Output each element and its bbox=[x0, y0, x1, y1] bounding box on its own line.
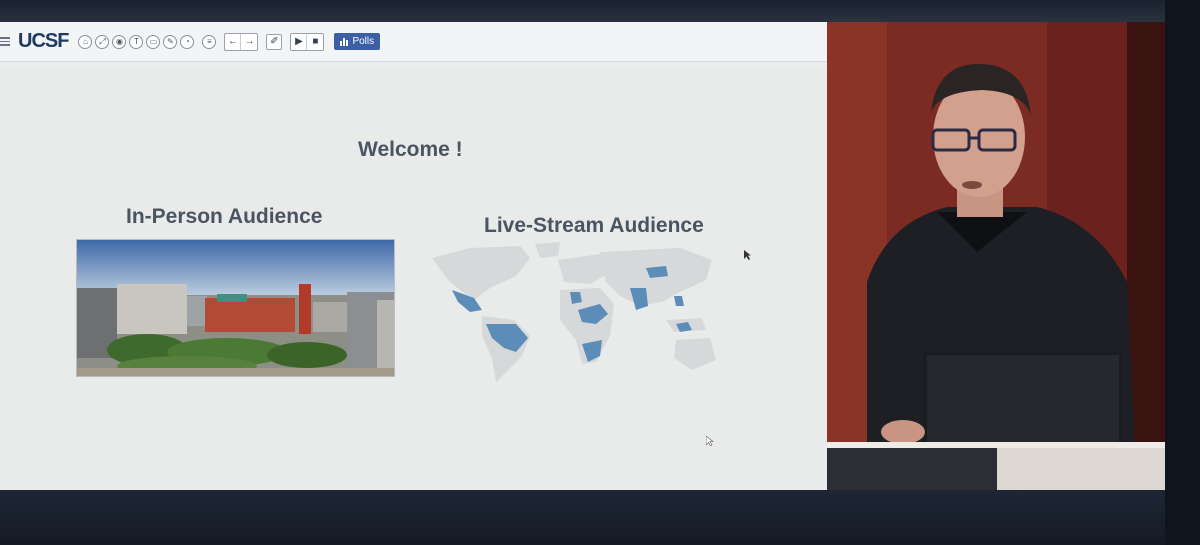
media-group: ▶ ■ bbox=[290, 32, 325, 51]
toolbar: UCSF ⌂ ⤢ ◉ T ▭ ✎ ◔ ≡ ← → ✐ ▶ ■ Polls bbox=[0, 22, 835, 62]
polls-label: Polls bbox=[352, 36, 375, 47]
presentation-app: UCSF ⌂ ⤢ ◉ T ▭ ✎ ◔ ≡ ← → ✐ ▶ ■ Polls Wel… bbox=[0, 22, 835, 490]
arrow-left-icon[interactable]: ← bbox=[225, 33, 242, 50]
list-tool-group: ≡ bbox=[202, 34, 217, 49]
mouse-cursor-icon bbox=[744, 250, 751, 260]
home-icon[interactable]: ⌂ bbox=[78, 34, 93, 49]
pointer-icon bbox=[706, 436, 714, 446]
hamburger-menu-icon[interactable] bbox=[0, 37, 14, 46]
bar-chart-icon bbox=[340, 37, 349, 46]
campus-photo bbox=[76, 239, 395, 377]
world-map bbox=[432, 242, 716, 382]
text-icon[interactable]: T bbox=[129, 34, 144, 49]
speaker-video bbox=[827, 22, 1165, 490]
slide-title: Welcome ! bbox=[358, 138, 463, 161]
circle-tool-group: ⌂ ⤢ ◉ T ▭ ✎ ◔ bbox=[78, 34, 195, 49]
clock-icon[interactable]: ◔ bbox=[180, 34, 195, 49]
monitor-top-edge bbox=[0, 0, 1200, 22]
monitor-right-edge bbox=[1165, 0, 1200, 545]
list-icon[interactable]: ≡ bbox=[202, 34, 217, 49]
pen-icon[interactable]: ✎ bbox=[163, 34, 178, 49]
polls-button[interactable]: Polls bbox=[334, 33, 381, 50]
monitor-bottom-edge bbox=[0, 490, 1200, 545]
camera-icon[interactable]: ◉ bbox=[112, 34, 127, 49]
screen-icon[interactable]: ▭ bbox=[146, 34, 161, 49]
video-icon[interactable]: ▶ bbox=[291, 33, 308, 50]
arrow-right-icon[interactable]: → bbox=[241, 34, 257, 50]
in-person-heading: In-Person Audience bbox=[126, 205, 323, 228]
pencil-icon[interactable]: ✐ bbox=[266, 33, 283, 50]
ucsf-logo: UCSF bbox=[18, 30, 69, 52]
nav-group: ← → bbox=[224, 32, 259, 51]
live-stream-heading: Live-Stream Audience bbox=[484, 214, 704, 237]
expand-icon[interactable]: ⤢ bbox=[95, 34, 110, 49]
slide-canvas: Welcome ! In-Person Audience Live-Stream… bbox=[0, 68, 835, 490]
stop-icon[interactable]: ■ bbox=[307, 34, 323, 50]
